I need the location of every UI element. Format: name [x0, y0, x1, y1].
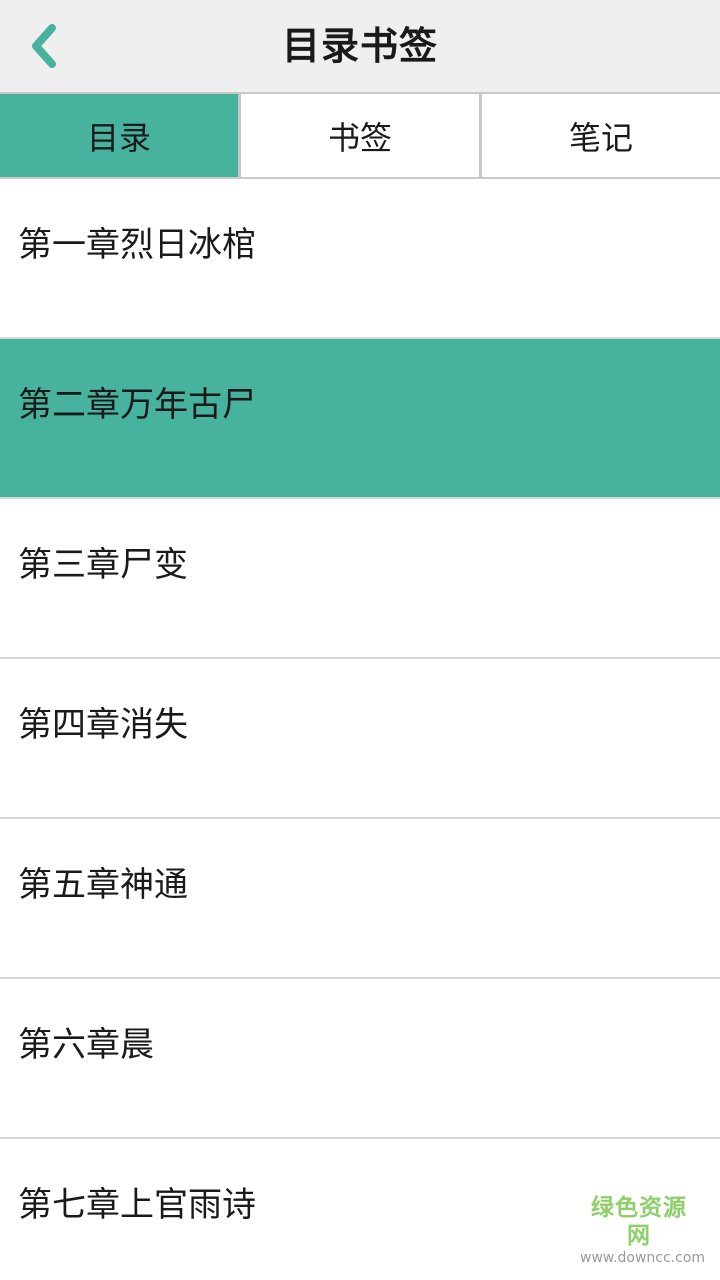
chapter-list: 第一章烈日冰棺 第二章万年古尸 第三章尸变 第四章消失 第五章神通 第六章晨 第… — [0, 179, 720, 1280]
chapter-item[interactable]: 第五章神通 — [0, 819, 720, 979]
toc-bookmark-screen: 目录书签 目录 书签 笔记 第一章烈日冰棺 第二章万年古尸 第三章尸变 第四章消… — [0, 0, 720, 1280]
page-title: 目录书签 — [281, 24, 438, 68]
tab-contents[interactable]: 目录 — [0, 94, 240, 177]
tab-bookmarks[interactable]: 书签 — [240, 94, 481, 177]
chapter-item[interactable]: 第四章消失 — [0, 659, 720, 819]
chapter-item[interactable]: 第三章尸变 — [0, 499, 720, 659]
chapter-item[interactable]: 第六章晨 — [0, 979, 720, 1139]
chapter-item[interactable]: 第七章上官雨诗 — [0, 1139, 720, 1280]
chapter-item[interactable]: 第一章烈日冰棺 — [0, 179, 720, 339]
tab-bar: 目录 书签 笔记 — [0, 92, 720, 179]
tab-notes[interactable]: 笔记 — [481, 94, 720, 177]
chapter-item-selected[interactable]: 第二章万年古尸 — [0, 339, 720, 499]
top-bar: 目录书签 — [0, 0, 720, 92]
